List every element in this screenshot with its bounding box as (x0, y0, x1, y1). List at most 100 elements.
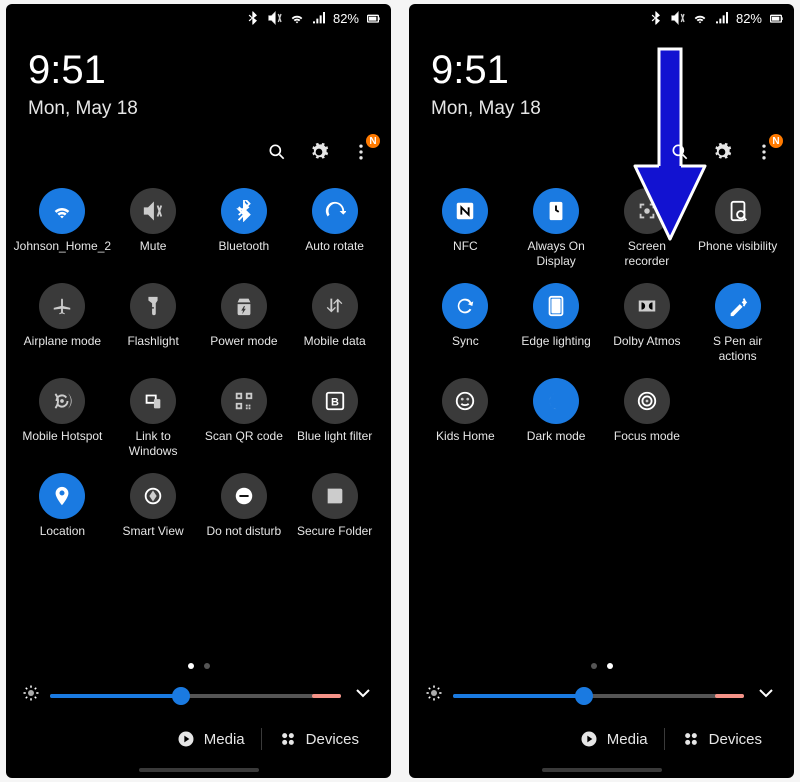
status-bar: 82% (409, 4, 794, 30)
tile-link-windows[interactable]: Link to Windows (111, 378, 196, 459)
kids-icon (442, 378, 488, 424)
tile-label: Auto rotate (305, 239, 364, 269)
tile-nfc[interactable]: NFC (423, 188, 508, 269)
rotate-icon (312, 188, 358, 234)
tile-mute[interactable]: Mute (111, 188, 196, 269)
more-options-button[interactable]: N (347, 138, 375, 166)
tile-always-on[interactable]: Always On Display (514, 188, 599, 269)
mute-icon (670, 10, 686, 26)
tile-blue-light[interactable]: Blue light filter (292, 378, 377, 459)
wifi-icon (39, 188, 85, 234)
media-button[interactable]: Media (160, 729, 261, 749)
quick-settings-grid: Johnson_Home_2 Mute Bluetooth Auto rotat… (6, 188, 391, 554)
tile-kids-home[interactable]: Kids Home (423, 378, 508, 459)
tile-screen-recorder[interactable]: Screen recorder (605, 188, 690, 269)
devices-button[interactable]: Devices (262, 729, 375, 749)
new-badge: N (769, 134, 783, 148)
tile-secure-folder[interactable]: Secure Folder (292, 473, 377, 554)
signal-icon (714, 10, 730, 26)
tile-label: Mobile Hotspot (22, 429, 102, 459)
devices-button[interactable]: Devices (665, 729, 778, 749)
tile-spen[interactable]: S Pen air actions (695, 283, 780, 364)
settings-button[interactable] (708, 138, 736, 166)
quick-settings-panel-1: 82% 9:51 Mon, May 18 N NFC Always On Dis… (409, 4, 794, 778)
time: 9:51 (431, 50, 772, 90)
devices-label: Devices (709, 731, 762, 748)
tile-auto-rotate[interactable]: Auto rotate (292, 188, 377, 269)
tile-label: Scan QR code (205, 429, 283, 459)
data-icon (312, 283, 358, 329)
tile-label: Phone visibility (698, 239, 777, 269)
bluetooth-icon (245, 10, 261, 26)
page-indicator[interactable] (6, 663, 391, 669)
settings-button[interactable] (305, 138, 333, 166)
wifi-icon (289, 10, 305, 26)
secure-icon (312, 473, 358, 519)
brightness-slider[interactable] (50, 694, 341, 698)
media-label: Media (607, 731, 648, 748)
tile-hotspot[interactable]: Mobile Hotspot (20, 378, 105, 459)
tile-label: Edge lighting (521, 334, 590, 364)
tile-smart-view[interactable]: Smart View (111, 473, 196, 554)
tile-label: Dark mode (527, 429, 586, 459)
sync-icon (442, 283, 488, 329)
tile-label: Secure Folder (297, 524, 372, 554)
datetime-block: 9:51 Mon, May 18 (6, 30, 391, 128)
media-label: Media (204, 731, 245, 748)
tile-power-mode[interactable]: Power mode (202, 283, 287, 364)
edge-icon (533, 283, 579, 329)
brightness-expand-button[interactable] (351, 681, 375, 710)
brightness-expand-button[interactable] (754, 681, 778, 710)
wifi-icon (692, 10, 708, 26)
tile-label: Dolby Atmos (613, 334, 680, 364)
search-button[interactable] (263, 138, 291, 166)
search-button[interactable] (666, 138, 694, 166)
signal-icon (311, 10, 327, 26)
brightness-icon (22, 684, 40, 707)
panel-actions: N (6, 128, 391, 188)
brightness-icon (425, 684, 443, 707)
datetime-block: 9:51 Mon, May 18 (409, 30, 794, 128)
tile-dnd[interactable]: Do not disturb (202, 473, 287, 554)
media-button[interactable]: Media (563, 729, 664, 749)
tile-location[interactable]: Location (20, 473, 105, 554)
page-dot-0 (188, 663, 194, 669)
bluetooth-icon (221, 188, 267, 234)
tile-mobile-data[interactable]: Mobile data (292, 283, 377, 364)
panel-actions: N (409, 128, 794, 188)
brightness-row (409, 673, 794, 718)
tile-edge-lighting[interactable]: Edge lighting (514, 283, 599, 364)
tile-airplane[interactable]: Airplane mode (20, 283, 105, 364)
tile-label: Power mode (210, 334, 277, 364)
bottom-bar: Media Devices (6, 718, 391, 764)
tile-scan-qr[interactable]: Scan QR code (202, 378, 287, 459)
mute-icon (130, 188, 176, 234)
tile-label: NFC (453, 239, 478, 269)
dark-icon (533, 378, 579, 424)
tile-dolby-atmos[interactable]: Dolby Atmos (605, 283, 690, 364)
more-options-button[interactable]: N (750, 138, 778, 166)
tile-label: Sync (452, 334, 479, 364)
dnd-icon (221, 473, 267, 519)
page-dot-1 (607, 663, 613, 669)
page-indicator[interactable] (409, 663, 794, 669)
quick-settings-grid: NFC Always On Display Screen recorder Ph… (409, 188, 794, 459)
tile-flashlight[interactable]: Flashlight (111, 283, 196, 364)
tile-dark-mode[interactable]: Dark mode (514, 378, 599, 459)
time: 9:51 (28, 50, 369, 90)
smartview-icon (130, 473, 176, 519)
tile-wifi[interactable]: Johnson_Home_2 (20, 188, 105, 269)
tile-label: Always On Display (515, 239, 597, 269)
quick-settings-panel-0: 82% 9:51 Mon, May 18 N Johnson_Home_2 Mu… (6, 4, 391, 778)
tile-bluetooth[interactable]: Bluetooth (202, 188, 287, 269)
nfc-icon (442, 188, 488, 234)
status-bar: 82% (6, 4, 391, 30)
nav-handle (542, 768, 662, 772)
tile-label: S Pen air actions (697, 334, 779, 364)
brightness-slider[interactable] (453, 694, 744, 698)
tile-sync[interactable]: Sync (423, 283, 508, 364)
battery-pct: 82% (333, 11, 359, 26)
tile-label: Location (40, 524, 85, 554)
tile-focus-mode[interactable]: Focus mode (605, 378, 690, 459)
tile-phone-visibility[interactable]: Phone visibility (695, 188, 780, 269)
